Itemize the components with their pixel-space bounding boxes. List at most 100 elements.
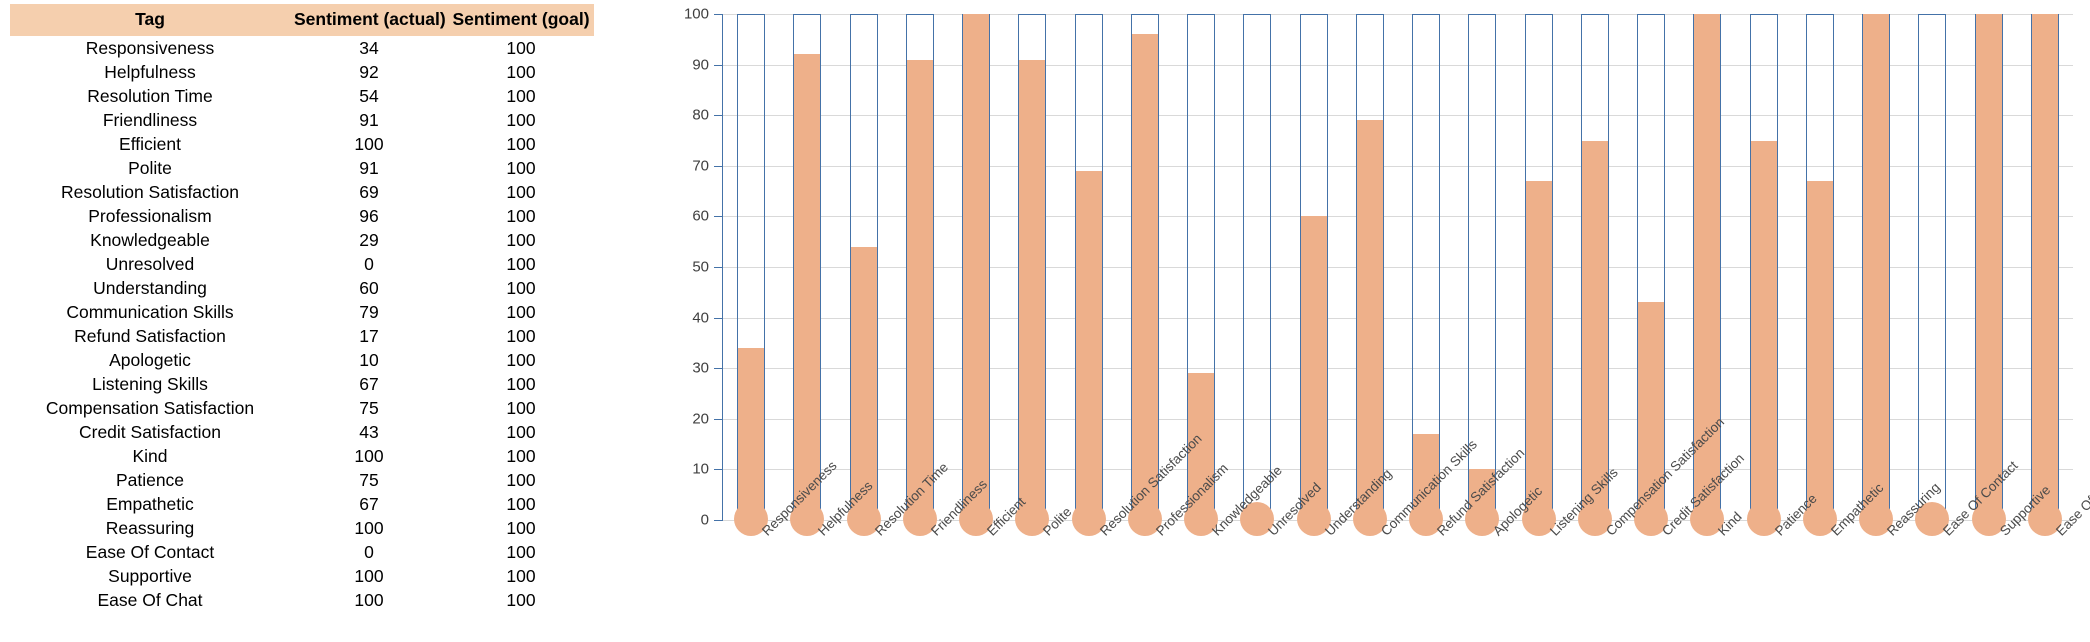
table-row[interactable]: Supportive 100 100	[10, 564, 594, 588]
table-row[interactable]: Knowledgeable 29 100	[10, 228, 594, 252]
actual-bar-fill[interactable]	[794, 54, 821, 520]
cell-sentiment-goal: 100	[506, 110, 536, 130]
thermometer-bar[interactable]	[1511, 14, 1567, 536]
cell-tag: Resolution Time	[87, 86, 213, 106]
table-row[interactable]: Ease Of Chat 100 100	[10, 588, 594, 612]
table-row[interactable]: Unresolved 0 100	[10, 252, 594, 276]
goal-bar-outline[interactable]	[1918, 14, 1947, 520]
y-axis-tick-label: 80	[692, 106, 709, 124]
table-row[interactable]: Resolution Time 54 100	[10, 84, 594, 108]
cell-sentiment-goal: 100	[506, 86, 536, 106]
cell-sentiment-goal: 100	[506, 254, 536, 274]
y-axis-tick-label: 0	[700, 511, 709, 529]
table-row[interactable]: Refund Satisfaction 17 100	[10, 324, 594, 348]
table-row[interactable]: Kind 100 100	[10, 444, 594, 468]
cell-sentiment-actual: 60	[359, 278, 379, 298]
table-row[interactable]: Apologetic 10 100	[10, 348, 594, 372]
table-row[interactable]: Friendliness 91 100	[10, 108, 594, 132]
actual-bar-fill[interactable]	[963, 14, 990, 520]
y-axis-tick-mark	[714, 418, 723, 420]
thermometer-bar[interactable]	[1904, 14, 1960, 536]
column-header-goal[interactable]: Sentiment (goal)	[448, 4, 594, 36]
thermometer-bar[interactable]	[1961, 14, 2017, 536]
thermometer-bar[interactable]	[1398, 14, 1454, 536]
actual-bar-fill[interactable]	[1863, 14, 1890, 520]
cell-tag: Ease Of Chat	[97, 590, 203, 610]
thermometer-bar[interactable]	[892, 14, 948, 536]
actual-bar-fill[interactable]	[1525, 180, 1552, 520]
actual-bar-fill[interactable]	[1975, 14, 2002, 520]
thermometer-bar[interactable]	[948, 14, 1004, 536]
actual-bar-fill[interactable]	[2031, 14, 2058, 520]
thermometer-bar[interactable]	[1117, 14, 1173, 536]
thermometer-bar[interactable]	[1623, 14, 1679, 536]
cell-sentiment-actual: 67	[359, 494, 379, 514]
cell-tag: Resolution Satisfaction	[60, 182, 240, 202]
cell-sentiment-actual: 91	[359, 158, 379, 178]
goal-bar-outline[interactable]	[1243, 14, 1272, 520]
actual-bar-fill[interactable]	[1300, 216, 1327, 520]
y-axis-tick-label: 90	[692, 56, 709, 74]
table-row[interactable]: Efficient 100 100	[10, 132, 594, 156]
table-row[interactable]: Listening Skills 67 100	[10, 372, 594, 396]
cell-sentiment-goal: 100	[506, 494, 536, 514]
table-row[interactable]: Helpfulness 92 100	[10, 60, 594, 84]
table-row[interactable]: Ease Of Contact 0 100	[10, 540, 594, 564]
column-header-tag[interactable]: Tag	[10, 4, 290, 36]
thermometer-bar[interactable]	[1342, 14, 1398, 536]
table-row[interactable]: Responsiveness 34 100	[10, 36, 594, 60]
cell-sentiment-actual: 75	[359, 398, 379, 418]
y-axis-tick-mark	[714, 14, 723, 15]
cell-sentiment-actual: 29	[359, 230, 379, 250]
cell-sentiment-actual: 34	[359, 38, 379, 58]
cell-sentiment-goal: 100	[506, 350, 536, 370]
actual-bar-fill[interactable]	[738, 347, 765, 520]
thermometer-chart-panel: 0 10 20 30 40 50 60 70 80 90 100 Responsiveness Hel…	[575, 0, 2090, 642]
actual-bar-fill[interactable]	[1806, 180, 1833, 520]
thermometer-bar[interactable]	[1736, 14, 1792, 536]
table-row[interactable]: Empathetic 67 100	[10, 492, 594, 516]
table-row[interactable]: Polite 91 100	[10, 156, 594, 180]
column-header-actual[interactable]: Sentiment (actual)	[290, 4, 448, 36]
thermometer-bar[interactable]	[1567, 14, 1623, 536]
thermometer-bar[interactable]	[1848, 14, 1904, 536]
thermometer-bar[interactable]	[1286, 14, 1342, 536]
actual-bar-fill[interactable]	[1131, 34, 1158, 520]
table-row[interactable]: Reassuring 100 100	[10, 516, 594, 540]
cell-sentiment-goal: 100	[506, 422, 536, 442]
cell-tag: Kind	[132, 446, 168, 466]
actual-bar-fill[interactable]	[1075, 170, 1102, 520]
table-row[interactable]: Professionalism 96 100	[10, 204, 594, 228]
table-row[interactable]: Resolution Satisfaction 69 100	[10, 180, 594, 204]
cell-tag: Patience	[115, 470, 185, 490]
actual-bar-fill[interactable]	[906, 59, 933, 520]
cell-sentiment-goal: 100	[506, 446, 536, 466]
thermometer-bar[interactable]	[836, 14, 892, 536]
thermometer-bar[interactable]	[779, 14, 835, 536]
thermometer-bar[interactable]	[723, 14, 779, 536]
thermometer-bar[interactable]	[2017, 14, 2073, 536]
cell-sentiment-actual: 0	[364, 542, 374, 562]
cell-tag: Friendliness	[102, 110, 198, 130]
cell-sentiment-goal: 100	[506, 38, 536, 58]
cell-sentiment-actual: 96	[359, 206, 379, 226]
actual-bar-fill[interactable]	[1019, 59, 1046, 520]
table-row[interactable]: Patience 75 100	[10, 468, 594, 492]
cell-sentiment-actual: 17	[359, 326, 379, 346]
thermometer-bar[interactable]	[1004, 14, 1060, 536]
cell-sentiment-goal: 100	[506, 566, 536, 586]
table-row[interactable]: Communication Skills 79 100	[10, 300, 594, 324]
actual-bar-fill[interactable]	[1750, 140, 1777, 520]
table-row[interactable]: Compensation Satisfaction 75 100	[10, 396, 594, 420]
thermometer-bar[interactable]	[1229, 14, 1285, 536]
actual-bar-fill[interactable]	[1356, 120, 1383, 520]
cell-tag: Compensation Satisfaction	[45, 398, 255, 418]
thermometer-bar[interactable]	[1792, 14, 1848, 536]
actual-bar-fill[interactable]	[1581, 140, 1608, 520]
y-axis-tick-mark	[714, 115, 723, 117]
table-row[interactable]: Understanding 60 100	[10, 276, 594, 300]
table-row[interactable]: Credit Satisfaction 43 100	[10, 420, 594, 444]
cell-sentiment-goal: 100	[506, 374, 536, 394]
cell-sentiment-goal: 100	[506, 326, 536, 346]
thermometer-bar[interactable]	[1061, 14, 1117, 536]
